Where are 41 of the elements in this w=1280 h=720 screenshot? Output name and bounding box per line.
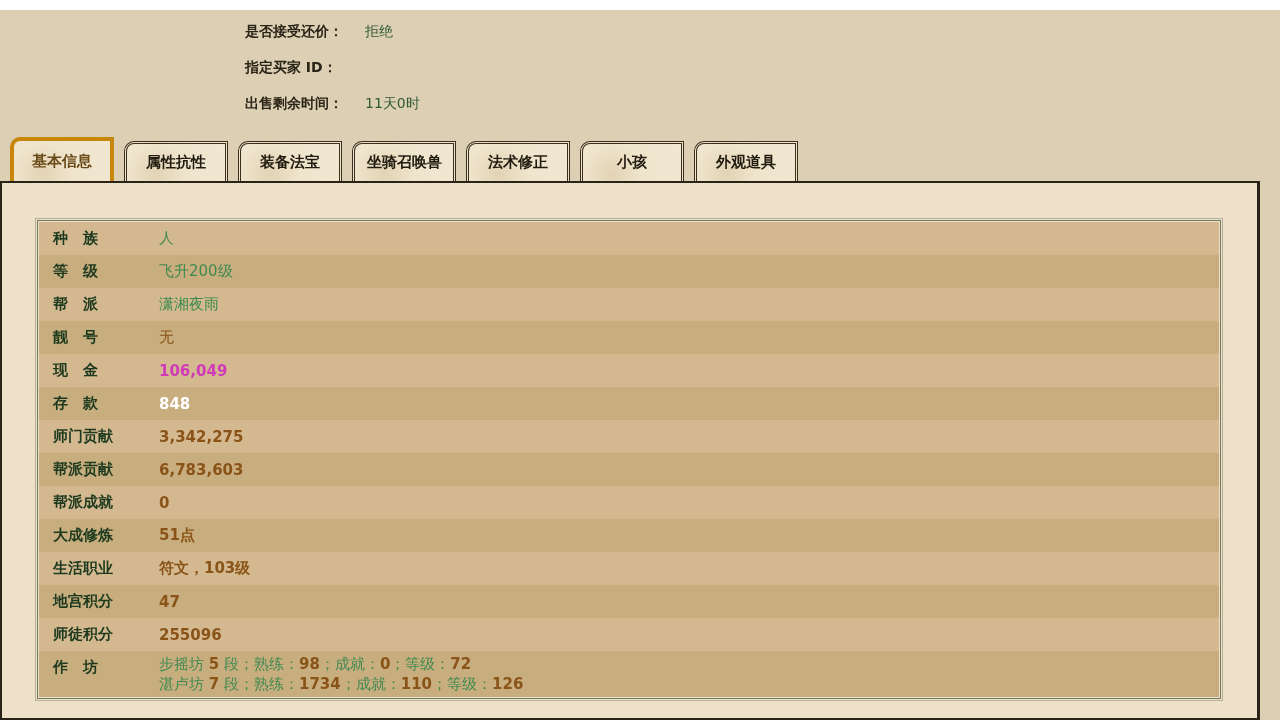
row-value: 符文，103级 — [159, 559, 251, 578]
row-label: 大成修炼 — [52, 525, 114, 546]
row-label: 帮 派 — [52, 294, 99, 315]
row-value: 848 — [159, 394, 191, 413]
row-label: 帮派成就 — [52, 492, 114, 513]
row-value: 飞升200级 — [159, 262, 233, 281]
row-value: 人 — [159, 229, 174, 248]
field-label: 指定买家 ID： — [245, 59, 338, 77]
tab[interactable]: 属性抗性 — [124, 141, 228, 181]
tab[interactable]: 外观道具 — [694, 141, 798, 181]
row-value: 无 — [159, 328, 174, 347]
row-value: 步摇坊 5 段；熟练：98；成就：0；等级：72 — [159, 654, 473, 674]
row-label: 师徒积分 — [52, 624, 114, 645]
row-value: 51点 — [159, 526, 195, 545]
tab[interactable]: 小孩 — [580, 141, 684, 181]
tab[interactable]: 坐骑召唤兽 — [352, 141, 456, 181]
tab[interactable]: 法术修正 — [466, 141, 570, 181]
row-label: 现 金 — [51, 360, 99, 381]
row-label: 地宫积分 — [51, 591, 114, 612]
row-value: 106,049 — [159, 361, 228, 380]
row-value: 潇湘夜雨 — [159, 295, 219, 314]
field-label: 是否接受还价： — [245, 23, 344, 41]
row-label: 作 坊 — [52, 657, 99, 678]
tab[interactable]: 装备法宝 — [238, 141, 342, 181]
row-label: 等 级 — [52, 261, 99, 282]
field-label: 出售剩余时间： — [245, 95, 344, 113]
row-label: 帮派贡献 — [52, 459, 114, 480]
row-value: 47 — [159, 592, 180, 611]
row-label: 存 款 — [52, 393, 99, 414]
row-label: 种 族 — [51, 228, 99, 249]
row-value: 255096 — [159, 625, 222, 644]
row-label: 生活职业 — [51, 558, 114, 579]
row-value: 6,783,603 — [159, 460, 244, 479]
row-label: 师门贡献 — [52, 426, 114, 447]
field-value: 拒绝 — [365, 23, 393, 41]
tab[interactable]: 基本信息 — [10, 137, 114, 181]
row-label: 靓 号 — [51, 327, 99, 348]
row-value: 0 — [159, 493, 170, 512]
row-value: 3,342,275 — [159, 427, 244, 446]
field-value: 11天0时 — [365, 95, 420, 113]
row-value: 湛卢坊 7 段；熟练：1734；成就：110；等级：126 — [159, 674, 524, 694]
